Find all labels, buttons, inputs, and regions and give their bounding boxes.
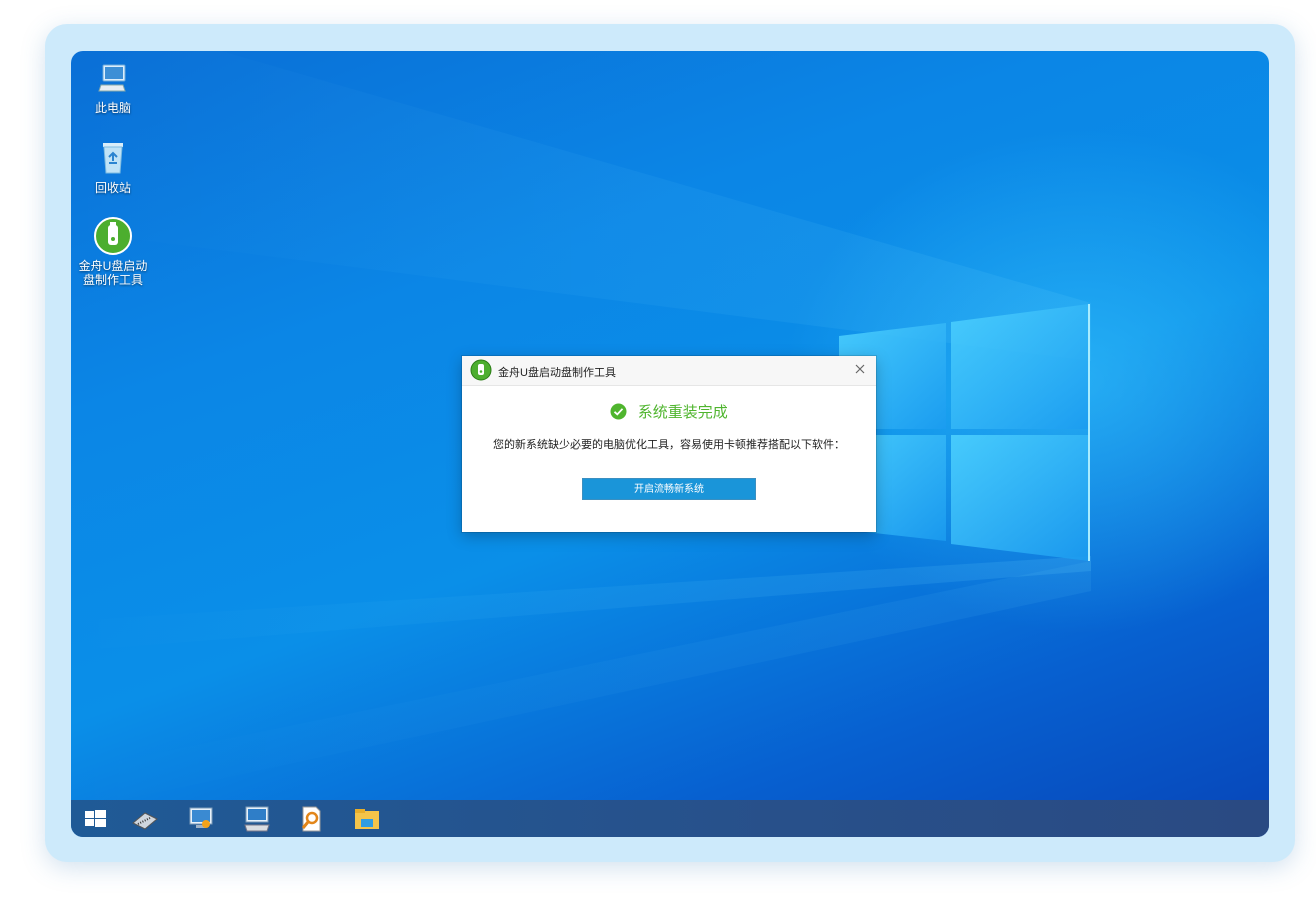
desktop-icon-label: 此电脑: [94, 101, 131, 115]
dialog-titlebar: 金舟U盘启动盘制作工具: [462, 356, 876, 386]
desktop-icon-label: 回收站: [94, 181, 131, 195]
windows-start-icon[interactable]: [81, 805, 109, 833]
completion-dialog: 金舟U盘启动盘制作工具 系统重装完成 您的新系统缺少必要的电脑优化工具，容易使用…: [462, 356, 876, 532]
recycle-bin-icon: [103, 143, 123, 174]
status-line: 系统重装完成: [462, 401, 876, 422]
search-document-icon[interactable]: [297, 805, 325, 833]
hard-drive-icon[interactable]: [131, 805, 159, 833]
computer-icon: [98, 64, 126, 92]
desktop: 此电脑 回收站 金舟U盘启动盘制作工具 金舟U盘启动盘制作工具 系统重装完成 您…: [71, 51, 1269, 837]
file-explorer-icon[interactable]: [353, 805, 381, 833]
usb-tool-logo-icon: [470, 359, 492, 381]
dialog-title: 金舟U盘启动盘制作工具: [498, 367, 616, 379]
usb-tool-icon: [94, 217, 132, 255]
start-new-system-button[interactable]: 开启流畅新系统: [582, 478, 756, 500]
close-icon[interactable]: [852, 361, 868, 377]
desktop-icon-label: 金舟U盘启动盘制作工具: [78, 259, 148, 287]
check-circle-icon: [610, 403, 627, 420]
desktop-icon-usb-tool[interactable]: 金舟U盘启动盘制作工具: [73, 217, 153, 287]
dialog-message: 您的新系统缺少必要的电脑优化工具，容易使用卡顿推荐搭配以下软件：: [493, 439, 845, 451]
monitor-tool-icon[interactable]: [187, 805, 215, 833]
keyboard-monitor-icon[interactable]: [243, 805, 271, 833]
status-text: 系统重装完成: [637, 404, 728, 421]
taskbar: [71, 800, 1269, 837]
desktop-icon-this-pc[interactable]: 此电脑: [73, 61, 153, 115]
desktop-icon-recycle-bin[interactable]: 回收站: [73, 139, 153, 195]
